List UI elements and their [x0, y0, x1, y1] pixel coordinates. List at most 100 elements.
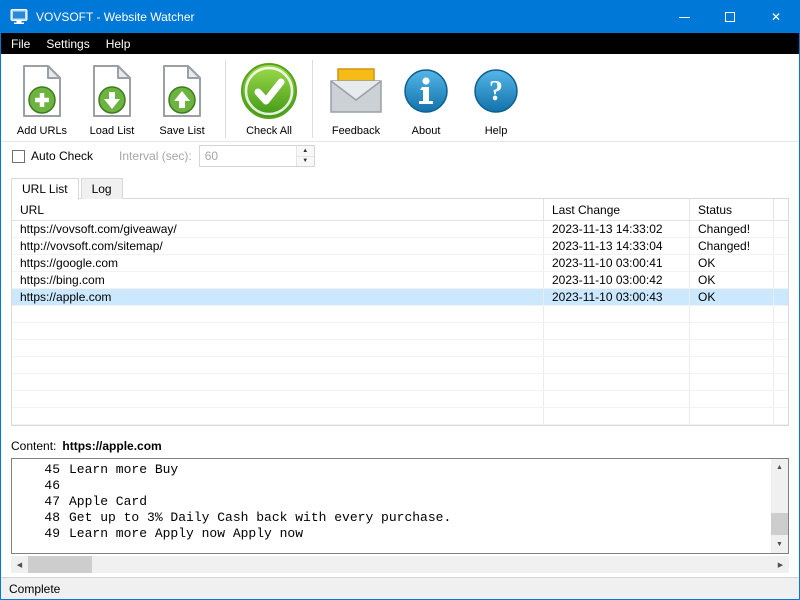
content-url: https://apple.com [62, 439, 161, 453]
scroll-right-arrow-icon[interactable]: ▶ [772, 556, 789, 573]
scroll-left-arrow-icon[interactable]: ◀ [11, 556, 28, 573]
line-text: Learn more Apply now Apply now [69, 526, 303, 542]
column-header-filler [774, 199, 789, 220]
feedback-button[interactable]: Feedback [325, 57, 387, 139]
table-row-selected[interactable]: https://apple.com 2023-11-10 03:00:43 OK [12, 289, 788, 306]
interval-label: Interval (sec): [119, 149, 192, 163]
question-circle-icon: ? [473, 57, 519, 125]
load-list-button[interactable]: Load List [81, 57, 143, 139]
table-row[interactable]: http://vovsoft.com/sitemap/ 2023-11-13 1… [12, 238, 788, 255]
content-text[interactable]: 45 Learn more Buy 46 47 Apple Card 48 Get u… [12, 459, 771, 553]
maximize-icon [725, 12, 735, 22]
menu-settings[interactable]: Settings [38, 35, 97, 53]
document-up-arrow-icon [159, 57, 205, 125]
table-row[interactable]: https://vovsoft.com/giveaway/ 2023-11-13… [12, 221, 788, 238]
close-button[interactable]: ✕ [753, 1, 799, 33]
toolbar-button-label: About [412, 125, 441, 139]
maximize-button[interactable] [707, 1, 753, 33]
cell-last-change: 2023-11-13 14:33:02 [544, 221, 690, 237]
minimize-icon [679, 17, 690, 18]
minimize-button[interactable] [661, 1, 707, 33]
content-label: Content: [11, 439, 56, 453]
document-plus-icon [19, 57, 65, 125]
scroll-up-arrow-icon[interactable]: ▲ [771, 459, 788, 476]
toolbar-button-label: Load List [90, 125, 135, 139]
app-window: VOVSOFT - Website Watcher ✕ File Setting… [0, 0, 800, 600]
cell-status: OK [690, 255, 774, 271]
column-header-status[interactable]: Status [690, 199, 774, 220]
interval-spinbox[interactable]: 60 ▲ ▼ [199, 145, 315, 167]
check-all-button[interactable]: Check All [238, 57, 300, 139]
options-row: Auto Check Interval (sec): 60 ▲ ▼ [1, 142, 799, 170]
table-row-empty [12, 408, 788, 425]
content-section: Content: https://apple.com 45 Learn more … [11, 434, 789, 573]
toolbar-button-label: Add URLs [17, 125, 67, 139]
cell-last-change: 2023-11-10 03:00:41 [544, 255, 690, 271]
table-row-empty [12, 357, 788, 374]
toolbar: Add URLs Load List [1, 54, 799, 142]
cell-status: Changed! [690, 238, 774, 254]
line-text: Apple Card [69, 494, 147, 510]
menu-bar: File Settings Help [1, 33, 799, 54]
vertical-scroll-track[interactable] [771, 476, 788, 536]
table-header: URL Last Change Status [12, 199, 788, 221]
line-number: 49 [12, 526, 60, 542]
content-viewer[interactable]: 45 Learn more Buy 46 47 Apple Card 48 Get u… [11, 458, 789, 554]
interval-value[interactable]: 60 [200, 146, 296, 166]
help-button[interactable]: ? Help [465, 57, 527, 139]
menu-help[interactable]: Help [98, 35, 139, 53]
app-icon [10, 9, 28, 25]
table-row-empty [12, 323, 788, 340]
line-text: Learn more Buy [69, 462, 178, 478]
info-circle-icon [403, 57, 449, 125]
column-header-url[interactable]: URL [12, 199, 544, 220]
line-text: Get up to 3% Daily Cash back with every … [69, 510, 451, 526]
table-row-empty [12, 340, 788, 357]
status-text: Complete [9, 582, 60, 596]
horizontal-scrollbar[interactable]: ◀ ▶ [11, 556, 789, 573]
toolbar-button-label: Check All [246, 125, 292, 139]
interval-spin-down[interactable]: ▼ [297, 157, 314, 167]
table-row[interactable]: https://bing.com 2023-11-10 03:00:42 OK [12, 272, 788, 289]
tab-url-list[interactable]: URL List [11, 178, 79, 200]
auto-check-label: Auto Check [31, 149, 93, 163]
toolbar-button-label: Save List [159, 125, 204, 139]
cell-url: http://vovsoft.com/sitemap/ [12, 238, 544, 254]
cell-status: OK [690, 272, 774, 288]
column-header-last-change[interactable]: Last Change [544, 199, 690, 220]
interval-spin-up[interactable]: ▲ [297, 146, 314, 157]
about-button[interactable]: About [395, 57, 457, 139]
toolbar-button-label: Help [485, 125, 508, 139]
vertical-scroll-thumb[interactable] [771, 513, 788, 535]
title-bar: VOVSOFT - Website Watcher ✕ [1, 1, 799, 33]
cell-last-change: 2023-11-13 14:33:04 [544, 238, 690, 254]
cell-last-change: 2023-11-10 03:00:42 [544, 272, 690, 288]
toolbar-button-label: Feedback [332, 125, 380, 139]
cell-url: https://google.com [12, 255, 544, 271]
menu-file[interactable]: File [3, 35, 38, 53]
status-bar: Complete [1, 577, 799, 599]
horizontal-scroll-thumb[interactable] [28, 556, 92, 573]
tab-strip: URL List Log [11, 178, 789, 199]
auto-check-checkbox[interactable] [12, 150, 25, 163]
tab-log[interactable]: Log [81, 178, 123, 199]
add-urls-button[interactable]: Add URLs [11, 57, 73, 139]
window-title: VOVSOFT - Website Watcher [36, 10, 194, 24]
cell-status: OK [690, 289, 774, 305]
line-number: 46 [12, 478, 60, 494]
table-row-empty [12, 425, 788, 426]
table-row[interactable]: https://google.com 2023-11-10 03:00:41 O… [12, 255, 788, 272]
cell-last-change: 2023-11-10 03:00:43 [544, 289, 690, 305]
scroll-down-arrow-icon[interactable]: ▼ [771, 536, 788, 553]
svg-text:?: ? [489, 76, 503, 107]
vertical-scrollbar[interactable]: ▲ ▼ [771, 459, 788, 553]
cell-url: https://bing.com [12, 272, 544, 288]
envelope-icon [329, 57, 383, 125]
tabs-section: URL List Log URL Last Change Status http… [11, 178, 789, 426]
save-list-button[interactable]: Save List [151, 57, 213, 139]
line-number: 45 [12, 462, 60, 478]
close-icon: ✕ [771, 10, 781, 24]
line-number: 47 [12, 494, 60, 510]
toolbar-separator [312, 60, 313, 138]
line-number: 48 [12, 510, 60, 526]
